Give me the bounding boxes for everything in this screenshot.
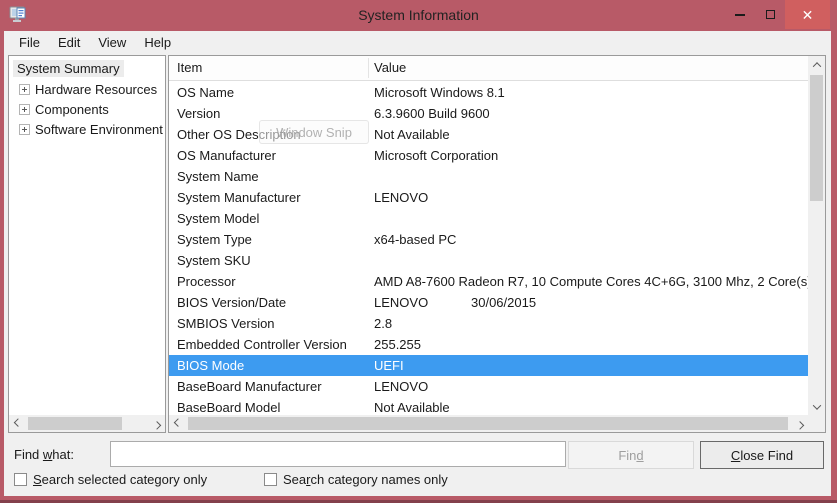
- menu-help[interactable]: Help: [135, 32, 180, 53]
- value-cell: 6.3.9600 Build 9600: [366, 106, 808, 121]
- value-cell: UEFI: [366, 358, 808, 373]
- scroll-left-icon[interactable]: [169, 415, 186, 432]
- tree-horizontal-scrollbar[interactable]: [9, 415, 165, 432]
- minimize-button[interactable]: [725, 0, 755, 29]
- list-hscroll-thumb[interactable]: [188, 417, 788, 430]
- close-icon: ✕: [802, 8, 814, 22]
- tree-item-hardware-resources[interactable]: Hardware Resources: [19, 79, 165, 99]
- client-area: File Edit View Help System Summary Hardw…: [4, 31, 831, 496]
- search-category-names-checkbox[interactable]: [264, 473, 277, 486]
- list-vscroll-thumb[interactable]: [810, 75, 823, 201]
- item-cell: Processor: [169, 274, 366, 289]
- tree-item-system-summary[interactable]: System Summary: [13, 60, 124, 77]
- value-cell: Not Available: [366, 127, 808, 142]
- item-cell: Version: [169, 106, 366, 121]
- category-tree: System Summary Hardware Resources Compon…: [9, 56, 165, 415]
- value-cell: x64-based PC: [366, 232, 808, 247]
- tree-item-label: Software Environment: [35, 122, 163, 137]
- maximize-button[interactable]: [755, 0, 785, 29]
- list-horizontal-scrollbar[interactable]: [169, 415, 808, 432]
- menu-file[interactable]: File: [10, 32, 49, 53]
- list-vertical-scrollbar[interactable]: [808, 56, 825, 415]
- value-cell: 2.8: [366, 316, 808, 331]
- checkbox-label: Search category names only: [283, 472, 448, 487]
- menu-view[interactable]: View: [89, 32, 135, 53]
- find-what-label: Find what:: [14, 447, 74, 462]
- close-find-button[interactable]: Close Find: [700, 441, 824, 469]
- list-header: Item Value: [169, 56, 808, 81]
- tree-item-label: Components: [35, 102, 109, 117]
- scroll-right-icon[interactable]: [148, 415, 165, 432]
- table-row[interactable]: System ManufacturerLENOVO: [169, 187, 808, 208]
- expand-plus-icon[interactable]: [19, 104, 30, 115]
- detail-list-panel: Item Value OS NameMicrosoft Windows 8.1V…: [168, 55, 826, 433]
- close-button[interactable]: ✕: [785, 0, 830, 29]
- value-cell: AMD A8-7600 Radeon R7, 10 Compute Cores …: [366, 274, 808, 289]
- value-cell: Microsoft Corporation: [366, 148, 808, 163]
- table-row[interactable]: System Model: [169, 208, 808, 229]
- item-cell: BIOS Version/Date: [169, 295, 366, 310]
- column-header-value[interactable]: Value: [374, 60, 406, 75]
- checkbox-label: Search selected category only: [33, 472, 207, 487]
- search-selected-category-checkbox[interactable]: [14, 473, 27, 486]
- scroll-right-icon[interactable]: [791, 415, 808, 432]
- search-category-names-checkbox-row: Search category names only: [264, 472, 448, 487]
- item-cell: System Type: [169, 232, 366, 247]
- item-cell: BIOS Mode: [169, 358, 366, 373]
- item-cell: System Name: [169, 169, 366, 184]
- value-cell: LENOVO: [366, 190, 808, 205]
- titlebar: System Information ✕: [0, 0, 837, 31]
- item-cell: Embedded Controller Version: [169, 337, 366, 352]
- table-row[interactable]: System Name: [169, 166, 808, 187]
- expand-plus-icon[interactable]: [19, 124, 30, 135]
- window-snip-ghost: Window Snip: [259, 120, 369, 144]
- table-row[interactable]: OS NameMicrosoft Windows 8.1: [169, 82, 808, 103]
- scrollbar-corner: [808, 415, 825, 432]
- scroll-down-icon[interactable]: [808, 398, 825, 415]
- item-cell: BaseBoard Model: [169, 400, 366, 415]
- table-row[interactable]: OS ManufacturerMicrosoft Corporation: [169, 145, 808, 166]
- table-row[interactable]: BIOS ModeUEFI: [169, 355, 808, 376]
- table-row[interactable]: BIOS Version/DateLENOVO30/06/2015: [169, 292, 808, 313]
- tree-item-label: Hardware Resources: [35, 82, 157, 97]
- value-cell: Not Available: [366, 400, 808, 415]
- category-tree-panel: System Summary Hardware Resources Compon…: [8, 55, 166, 433]
- item-cell: OS Manufacturer: [169, 148, 366, 163]
- item-cell: BaseBoard Manufacturer: [169, 379, 366, 394]
- scroll-left-icon[interactable]: [9, 415, 26, 432]
- menu-bar: File Edit View Help: [4, 31, 831, 53]
- value-cell: LENOVO: [366, 379, 808, 394]
- minimize-icon: [735, 14, 745, 16]
- window-title: System Information: [0, 7, 837, 23]
- item-cell: SMBIOS Version: [169, 316, 366, 331]
- table-row[interactable]: Embedded Controller Version255.255: [169, 334, 808, 355]
- table-row[interactable]: BaseBoard ManufacturerLENOVO: [169, 376, 808, 397]
- value-cell: 255.255: [366, 337, 808, 352]
- table-row[interactable]: BaseBoard ModelNot Available: [169, 397, 808, 415]
- tree-hscroll-thumb[interactable]: [28, 417, 122, 430]
- item-cell: OS Name: [169, 85, 366, 100]
- column-divider[interactable]: [368, 58, 369, 78]
- item-cell: System SKU: [169, 253, 366, 268]
- table-row[interactable]: System SKU: [169, 250, 808, 271]
- tree-item-software-environment[interactable]: Software Environment: [19, 119, 165, 139]
- value-cell: LENOVO30/06/2015: [366, 295, 808, 310]
- table-row[interactable]: System Typex64-based PC: [169, 229, 808, 250]
- menu-edit[interactable]: Edit: [49, 32, 89, 53]
- find-input[interactable]: [110, 441, 566, 467]
- value-cell: Microsoft Windows 8.1: [366, 85, 808, 100]
- column-header-item[interactable]: Item: [177, 60, 202, 75]
- item-cell: System Model: [169, 211, 366, 226]
- item-cell: System Manufacturer: [169, 190, 366, 205]
- table-row[interactable]: SMBIOS Version2.8: [169, 313, 808, 334]
- system-information-window: System Information ✕ File Edit View Help…: [0, 0, 837, 503]
- tree-item-components[interactable]: Components: [19, 99, 165, 119]
- maximize-icon: [766, 10, 775, 19]
- find-button[interactable]: Find: [568, 441, 694, 469]
- scroll-up-icon[interactable]: [808, 56, 825, 73]
- search-selected-category-checkbox-row: Search selected category only: [14, 472, 207, 487]
- expand-plus-icon[interactable]: [19, 84, 30, 95]
- table-row[interactable]: ProcessorAMD A8-7600 Radeon R7, 10 Compu…: [169, 271, 808, 292]
